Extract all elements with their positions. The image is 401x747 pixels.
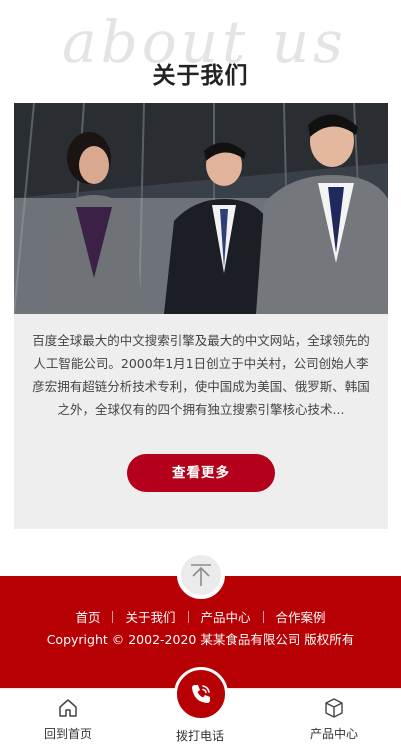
section-title: 关于我们 bbox=[152, 63, 249, 89]
tab-products[interactable]: 产品中心 bbox=[279, 689, 389, 747]
box-icon bbox=[325, 698, 343, 718]
back-to-top-button[interactable] bbox=[177, 551, 225, 599]
home-icon bbox=[59, 699, 77, 717]
footer-link-home[interactable]: 首页 bbox=[63, 607, 112, 626]
about-description: 百度全球最大的中文搜索引擎及最大的中文网站，全球领先的人工智能公司。2000年1… bbox=[32, 333, 370, 417]
call-button[interactable] bbox=[174, 667, 228, 721]
page: about us 关于我们 百度全球最大的中文搜索引擎及最大的中文网站，全球领先… bbox=[0, 0, 401, 747]
about-card: 百度全球最大的中文搜索引擎及最大的中文网站，全球领先的人工智能公司。2000年1… bbox=[14, 103, 388, 529]
arrow-up-icon bbox=[191, 564, 211, 586]
tab-products-label: 产品中心 bbox=[309, 727, 358, 741]
footer-link-products[interactable]: 产品中心 bbox=[189, 607, 263, 626]
phone-icon bbox=[192, 685, 210, 703]
footer-nav: 首页 关于我们 产品中心 合作案例 bbox=[0, 607, 401, 626]
tab-home-label: 回到首页 bbox=[43, 727, 92, 741]
business-team-photo bbox=[14, 103, 388, 314]
about-header: about us 关于我们 bbox=[0, 0, 401, 103]
copyright-text: Copyright © 2002-2020 某某食品有限公司 版权所有 bbox=[46, 632, 355, 647]
tab-call-label: 拨打电话 bbox=[175, 729, 224, 743]
view-more-button[interactable]: 查看更多 bbox=[127, 454, 275, 492]
tab-home[interactable]: 回到首页 bbox=[13, 689, 123, 747]
footer-link-about[interactable]: 关于我们 bbox=[113, 607, 187, 626]
footer-link-cases[interactable]: 合作案例 bbox=[264, 607, 338, 626]
